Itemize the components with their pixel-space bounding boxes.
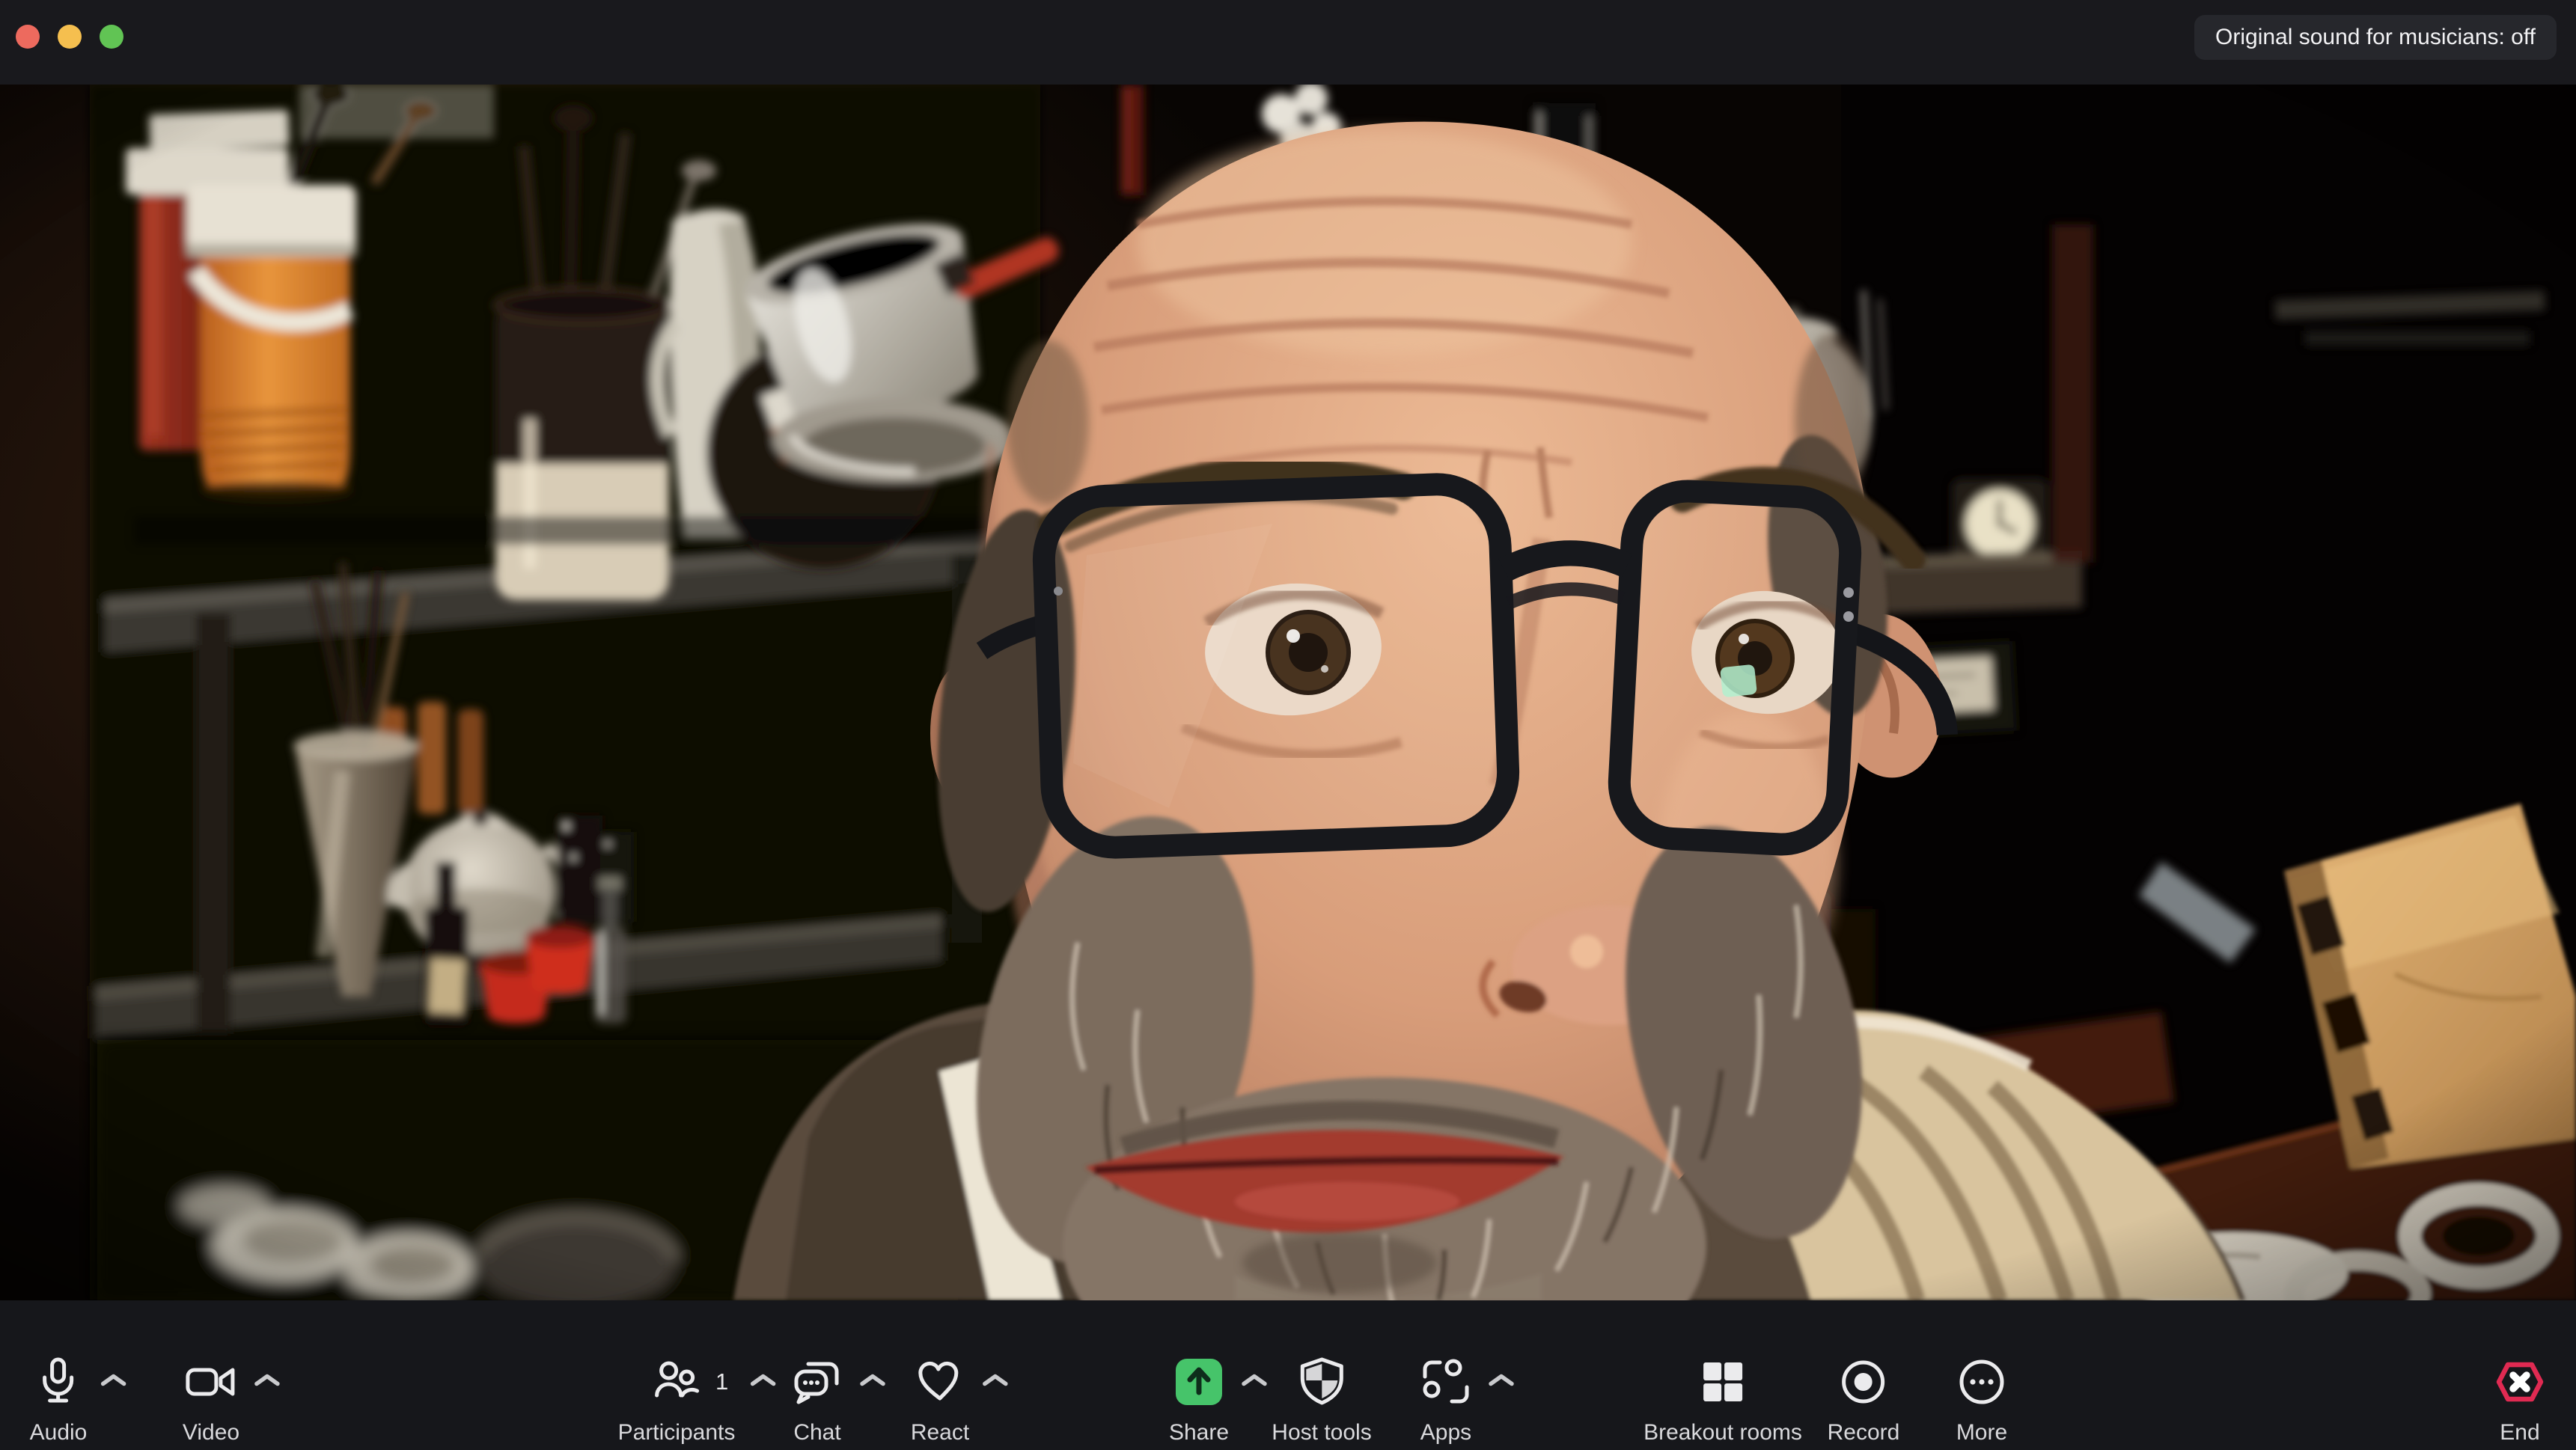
- end-meeting-icon: [2493, 1355, 2547, 1409]
- window-titlebar: Original sound for musicians: off: [0, 0, 2576, 85]
- participants-count: 1: [715, 1368, 728, 1395]
- apps-icon: [1419, 1355, 1473, 1409]
- record-button[interactable]: Record: [1828, 1300, 1900, 1450]
- participants-icon: [650, 1355, 703, 1409]
- camera-icon: [183, 1355, 239, 1409]
- shield-icon: [1295, 1355, 1349, 1409]
- react-button[interactable]: React: [911, 1300, 969, 1450]
- more-ellipsis-icon: [1955, 1355, 2009, 1409]
- video-menu-chevron[interactable]: [254, 1373, 281, 1392]
- chat-menu-chevron[interactable]: [859, 1373, 886, 1392]
- webcam-scene: [0, 85, 2576, 1300]
- share-screen-icon: [1172, 1355, 1226, 1409]
- apps-menu-chevron[interactable]: [1488, 1373, 1515, 1392]
- breakout-rooms-icon: [1696, 1355, 1750, 1409]
- audio-menu-chevron[interactable]: [100, 1373, 127, 1392]
- share-label: Share: [1169, 1420, 1229, 1446]
- more-button[interactable]: More: [1955, 1300, 2009, 1450]
- window-controls: [0, 0, 150, 75]
- chat-label: Chat: [793, 1420, 840, 1446]
- more-label: More: [1956, 1420, 2007, 1446]
- react-label: React: [911, 1420, 969, 1446]
- chat-button[interactable]: Chat: [790, 1300, 844, 1450]
- chat-icon: [790, 1355, 844, 1409]
- share-menu-chevron[interactable]: [1241, 1373, 1268, 1392]
- close-window-button[interactable]: [16, 25, 40, 49]
- host-tools-button[interactable]: Host tools: [1272, 1300, 1371, 1450]
- host-tools-label: Host tools: [1272, 1420, 1371, 1446]
- record-label: Record: [1828, 1420, 1900, 1446]
- participants-label: Participants: [618, 1420, 736, 1446]
- webcam-video: [0, 85, 2576, 1300]
- apps-button[interactable]: Apps: [1419, 1300, 1473, 1450]
- heart-icon: [913, 1355, 967, 1409]
- participants-button[interactable]: 1 Participants: [618, 1300, 736, 1450]
- audio-button[interactable]: Audio: [30, 1300, 88, 1450]
- original-sound-status[interactable]: Original sound for musicians: off: [2194, 15, 2557, 60]
- share-button[interactable]: Share: [1169, 1300, 1229, 1450]
- microphone-icon: [31, 1355, 85, 1409]
- record-icon: [1837, 1355, 1890, 1409]
- minimize-window-button[interactable]: [58, 25, 82, 49]
- breakout-rooms-button[interactable]: Breakout rooms: [1643, 1300, 1802, 1450]
- vignette: [0, 85, 2576, 1300]
- end-meeting-button[interactable]: End: [2493, 1300, 2547, 1450]
- apps-label: Apps: [1420, 1420, 1471, 1446]
- end-label: End: [2500, 1420, 2539, 1446]
- meeting-toolbar: Audio Video 1 Participan: [0, 1300, 2576, 1450]
- react-menu-chevron[interactable]: [982, 1373, 1009, 1392]
- zoom-window-button[interactable]: [100, 25, 123, 49]
- audio-label: Audio: [30, 1420, 88, 1446]
- video-button[interactable]: Video: [183, 1300, 239, 1450]
- breakout-rooms-label: Breakout rooms: [1643, 1420, 1802, 1446]
- video-label: Video: [183, 1420, 239, 1446]
- participants-menu-chevron[interactable]: [750, 1373, 777, 1392]
